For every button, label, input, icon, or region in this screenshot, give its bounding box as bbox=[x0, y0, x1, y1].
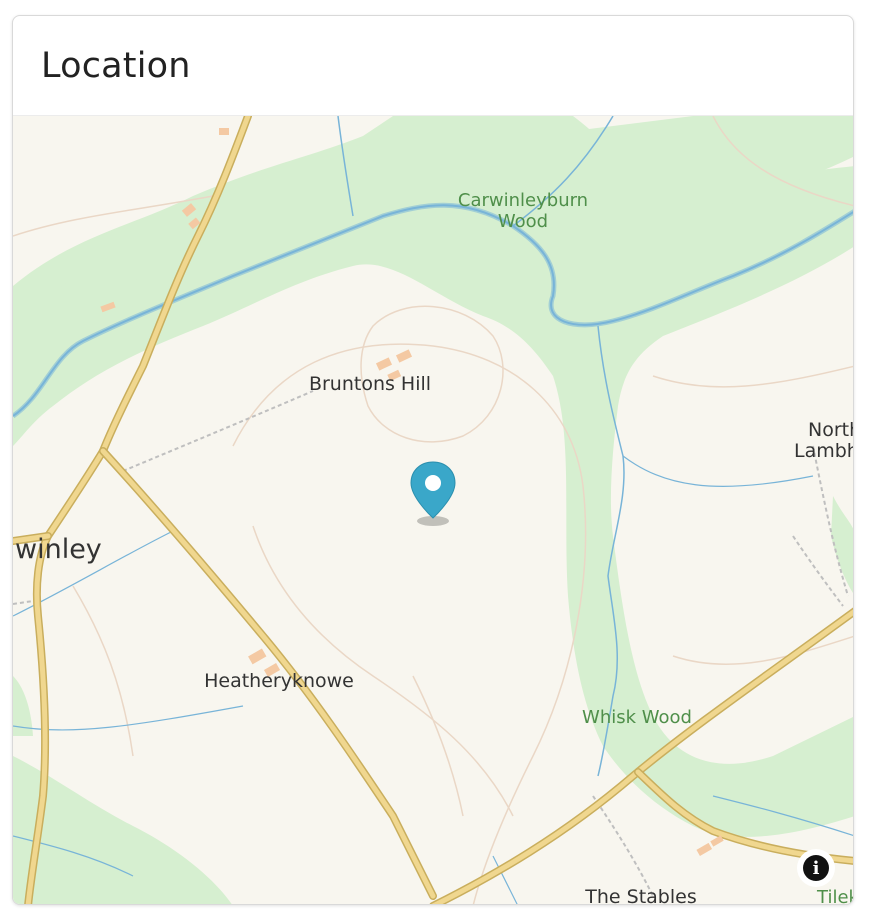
label-north-line1: North bbox=[808, 419, 854, 441]
card-header: Location bbox=[13, 16, 853, 116]
building-nw-3 bbox=[219, 128, 229, 135]
contour-1 bbox=[232, 343, 587, 904]
contour-7 bbox=[672, 635, 853, 666]
wood-east-edge bbox=[831, 496, 853, 593]
location-card: Location Carwinleyburn Wood Bruntons Hil… bbox=[12, 15, 854, 905]
contour-6 bbox=[652, 365, 853, 388]
label-winley: winley bbox=[15, 534, 102, 565]
label-carwinleyburn-wood-line1: Carwinleyburn bbox=[458, 190, 588, 211]
location-map[interactable]: Carwinleyburn Wood Bruntons Hill North L… bbox=[13, 116, 854, 905]
map-pin-icon[interactable] bbox=[408, 460, 458, 526]
track-left bbox=[13, 600, 34, 605]
track-stables bbox=[592, 795, 654, 897]
info-button[interactable]: i bbox=[797, 849, 835, 887]
info-icon: i bbox=[803, 855, 829, 881]
contour-5 bbox=[72, 585, 134, 757]
label-north-line2: Lambh bbox=[794, 440, 854, 462]
label-the-stables: The Stables bbox=[584, 886, 696, 905]
label-whisk-wood: Whisk Wood bbox=[582, 707, 692, 728]
stream-east-branch bbox=[622, 455, 814, 487]
track-bruntons bbox=[122, 390, 314, 472]
contour-8 bbox=[412, 675, 464, 817]
building-bruntons-2 bbox=[395, 349, 413, 363]
building-se-1 bbox=[696, 842, 713, 856]
card-title: Location bbox=[41, 45, 191, 86]
label-tilek: Tilek bbox=[816, 887, 854, 905]
label-carwinleyburn-wood-line2: Wood bbox=[498, 211, 548, 232]
building-bruntons-1 bbox=[375, 357, 393, 371]
label-bruntons-hill: Bruntons Hill bbox=[309, 373, 431, 395]
label-heatheryknowe: Heatheryknowe bbox=[204, 670, 354, 692]
building-heatheryknowe-1 bbox=[248, 648, 267, 665]
